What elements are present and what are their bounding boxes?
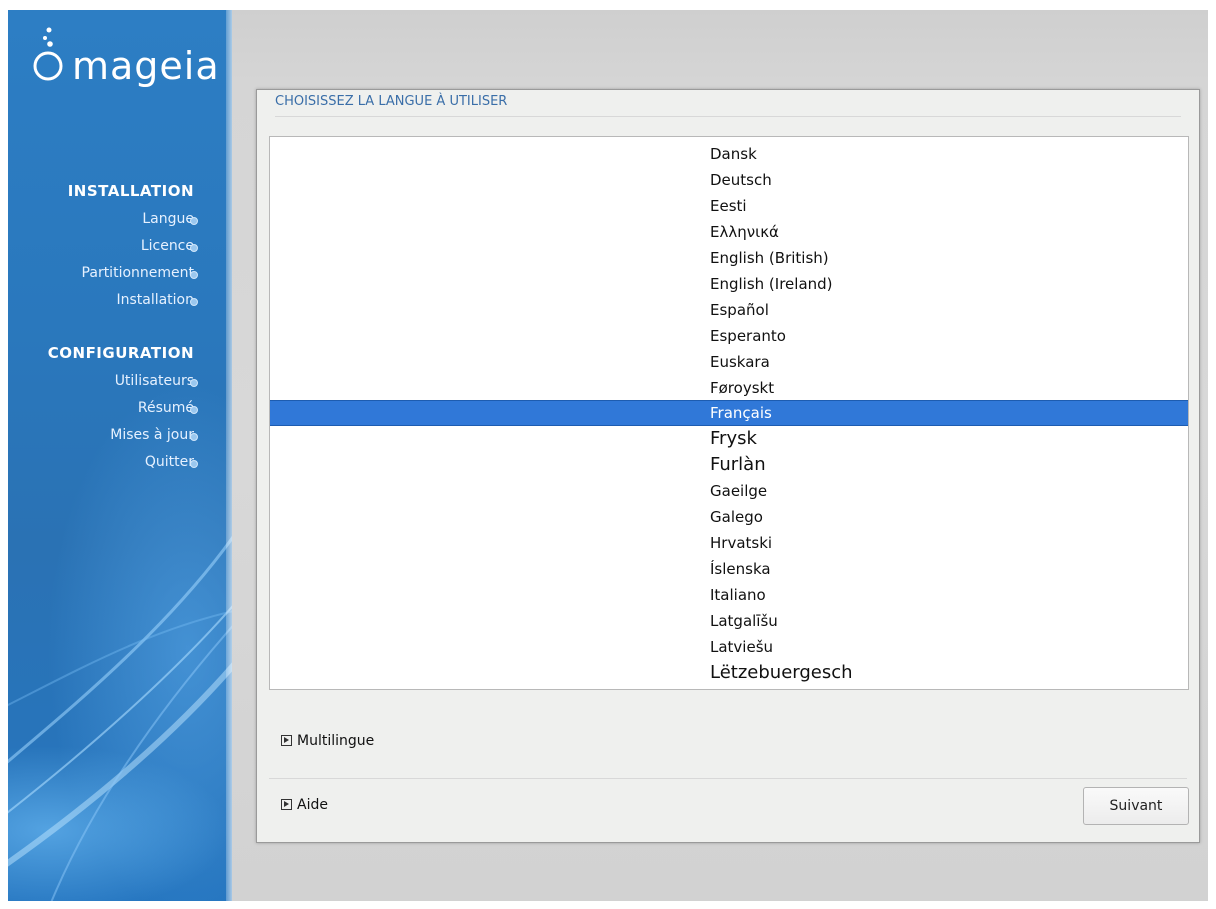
language-option[interactable]: Dansk [270,142,1188,166]
language-option[interactable]: Furlàn [270,453,1188,477]
language-option[interactable]: English (British) [270,246,1188,270]
nav-item-installation[interactable]: Installation [116,292,194,308]
language-option[interactable]: Íslenska [270,557,1188,581]
dialog-title-divider [275,116,1181,117]
language-option[interactable]: Latviešu [270,635,1188,659]
nav-item-langue-bullet-icon [190,217,198,225]
language-option[interactable]: Hrvatski [270,531,1188,555]
language-option[interactable]: Latgalīšu [270,609,1188,633]
multilingual-label: Multilingue [297,733,375,749]
section-title-installation: INSTALLATION [67,182,194,200]
mageia-logo-text: mageia [72,44,220,88]
mageia-cauldron-icon [33,27,63,81]
section-title-configuration: CONFIGURATION [47,344,194,362]
help-expander[interactable]: Aide [281,797,328,813]
language-option[interactable]: Eesti [270,194,1188,218]
nav-item-licence-bullet-icon [190,244,198,252]
footer-divider [269,778,1187,779]
nav-item-partitionnement[interactable]: Partitionnement [82,265,194,281]
nav-item-utilisateurs-bullet-icon [190,379,198,387]
language-option[interactable]: Føroyskt [270,376,1188,400]
language-option[interactable]: Gaeilge [270,479,1188,503]
sidebar-swoosh-decoration [8,535,232,901]
nav-item-utilisateurs[interactable]: Utilisateurs [115,373,194,389]
language-option[interactable]: Italiano [270,583,1188,607]
multilingual-expander[interactable]: Multilingue [281,733,374,749]
expander-arrow-icon [281,735,292,746]
nav-item-quitter-bullet-icon [190,460,198,468]
language-option-selected[interactable]: Français [270,400,1188,426]
language-dialog: CHOISISSEZ LA LANGUE À UTILISER Dansk De… [256,89,1200,843]
language-list[interactable]: Dansk Deutsch Eesti Ελληνικά English (Br… [269,136,1189,690]
help-label: Aide [297,797,328,813]
next-button[interactable]: Suivant [1083,787,1189,825]
language-option[interactable]: Frysk [270,427,1188,451]
nav-item-licence[interactable]: Licence [141,238,194,254]
language-option[interactable]: Ελληνικά [270,220,1188,244]
language-option[interactable]: Español [270,298,1188,322]
nav-item-resume[interactable]: Résumé [138,400,194,416]
language-option[interactable]: Lëtzebuergesch [270,661,1188,685]
nav-item-partitionnement-bullet-icon [190,271,198,279]
mageia-logo: mageia [26,24,226,94]
language-option[interactable]: Galego [270,505,1188,529]
nav-item-mises-a-jour[interactable]: Mises à jour [110,427,194,443]
nav-item-resume-bullet-icon [190,406,198,414]
language-option[interactable]: Deutsch [270,168,1188,192]
nav-item-langue[interactable]: Langue [142,211,194,227]
language-option[interactable]: Esperanto [270,324,1188,348]
nav-item-quitter[interactable]: Quitter [145,454,194,470]
expander-arrow-icon [281,799,292,810]
language-option[interactable]: English (Ireland) [270,272,1188,296]
nav-item-installation-bullet-icon [190,298,198,306]
language-option[interactable]: Euskara [270,350,1188,374]
dialog-title: CHOISISSEZ LA LANGUE À UTILISER [275,94,508,109]
nav-item-mises-a-jour-bullet-icon [190,433,198,441]
sidebar: mageia INSTALLATION Langue Licence Parti… [8,10,232,901]
